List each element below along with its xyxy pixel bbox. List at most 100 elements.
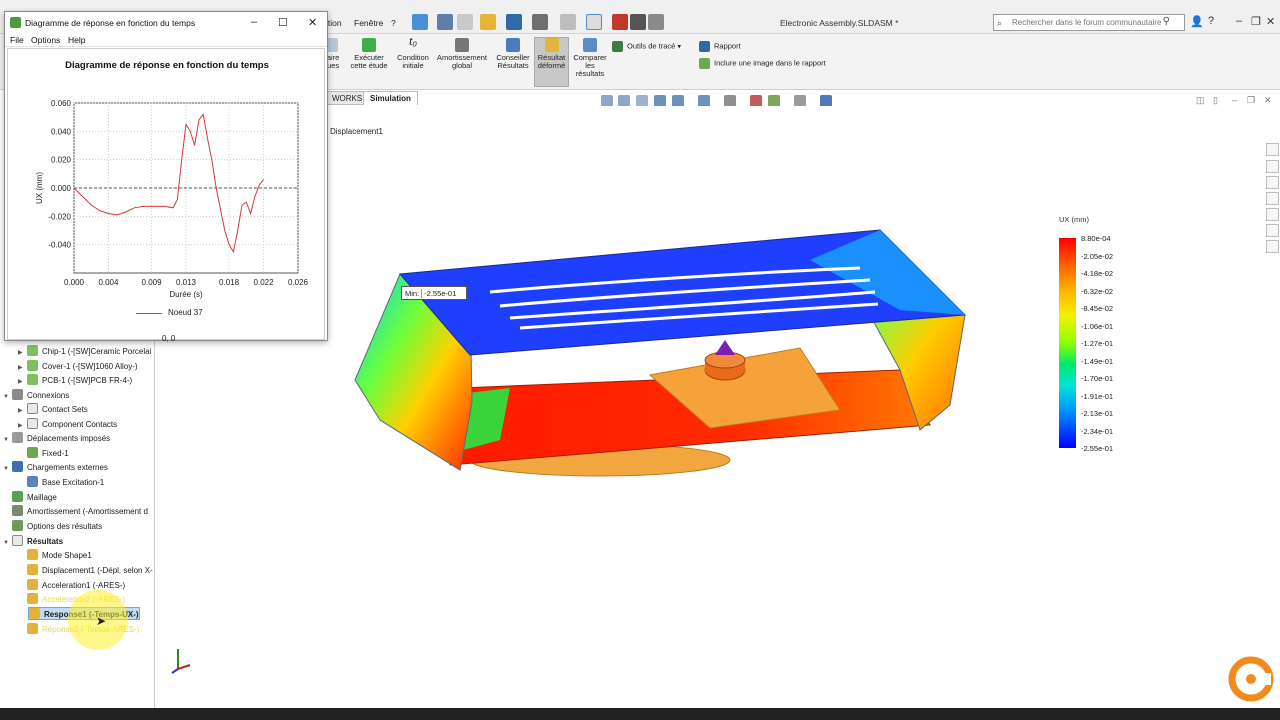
y-tick-label: 0.020 (51, 156, 72, 165)
deformed-result-button[interactable]: Résultat déformé (534, 37, 569, 87)
tree-item-cover[interactable]: ▶ Cover-1 (-[SW]1060 Alloy-) (18, 360, 138, 373)
tree-item-component-contacts[interactable]: ▶ Component Contacts (18, 418, 117, 431)
plot-tools-button[interactable]: Outils de tracé ▾ (612, 41, 681, 52)
tree-item-chip[interactable]: ▶ Chip-1 (-[SW]Ceramic Porcelai (18, 345, 151, 358)
expand-arrow-icon[interactable]: ▼ (3, 434, 12, 447)
tree-item-displacement1[interactable]: Displacement1 (-Dépl. selon X- (18, 564, 153, 577)
view-split-icon[interactable]: ▯ (1213, 95, 1218, 106)
new-document-icon[interactable] (457, 14, 473, 30)
compare-results-icon (583, 38, 597, 52)
initial-condition-button[interactable]: t₀ Condition initiale (394, 37, 432, 70)
report-button[interactable]: Rapport (699, 41, 741, 52)
search-icon[interactable]: ⚲ (1163, 16, 1170, 27)
run-study-button[interactable]: Exécuter cette étude (348, 38, 390, 70)
taskpane-appearances-icon[interactable] (1266, 208, 1279, 221)
coordinate-readout: 0, 0 (162, 334, 176, 343)
save-icon[interactable] (506, 14, 522, 30)
help-icon[interactable]: ? (1208, 15, 1214, 27)
search-scope-icon: ⌕ (997, 18, 1003, 28)
reference-triad (171, 649, 191, 674)
print-icon[interactable] (532, 14, 548, 30)
tree-item-result-options[interactable]: Options des résultats (3, 520, 102, 533)
include-image-button[interactable]: Inclure une image dans le rapport (699, 58, 826, 69)
dialog-close-icon[interactable]: ✕ (308, 16, 317, 29)
taskpane-resources-icon[interactable] (1266, 160, 1279, 173)
tree-item-results[interactable]: ▼ Résultats (3, 535, 63, 548)
tree-item-external-loads[interactable]: ▼ Chargements externes (3, 461, 108, 474)
taskpane-library-icon[interactable] (1266, 192, 1279, 205)
global-damping-button[interactable]: Amortissement global (436, 38, 488, 70)
legend-value-label: -2.34e-01 (1081, 426, 1114, 436)
tree-item-label: Displacement1 (-Dépl. selon X- (42, 566, 153, 575)
menu-edition[interactable]: ition (326, 18, 342, 28)
dialog-menu-file[interactable]: File (10, 35, 24, 45)
min-value-callout: Min: -2.55e-01 (401, 286, 467, 300)
document-title: Electronic Assembly.SLDASM * (780, 18, 899, 28)
tree-item-label: Amortissement (-Amortissement d (27, 507, 148, 516)
chart-area[interactable]: Diagramme de réponse en fonction du temp… (7, 48, 326, 343)
taskpane-properties-icon[interactable] (1266, 224, 1279, 237)
view-restore-icon[interactable]: ❐ (1247, 95, 1255, 106)
legend-value-label: -6.32e-02 (1081, 286, 1114, 296)
expand-arrow-icon[interactable]: ▶ (18, 347, 27, 360)
dialog-title-bar[interactable]: Diagramme de réponse en fonction du temp… (5, 12, 327, 34)
dialog-menu-help[interactable]: Help (68, 35, 85, 45)
tab-simulation[interactable]: Simulation (363, 91, 418, 105)
tree-item-contact-sets[interactable]: ▶ Contact Sets (18, 403, 88, 416)
view-close-icon[interactable]: ✕ (1264, 95, 1272, 106)
taskpane-forum-icon[interactable] (1266, 240, 1279, 253)
options-gear-icon[interactable] (648, 14, 664, 30)
expand-arrow-icon[interactable]: ▼ (3, 391, 12, 404)
search-box[interactable]: ⌕ ⚲ (993, 14, 1185, 31)
tree-item-mode-shape[interactable]: Mode Shape1 (18, 549, 92, 562)
select-arrow-icon[interactable] (586, 14, 602, 30)
taskpane-file-explorer-icon[interactable] (1266, 176, 1279, 189)
dialog-minimize-icon[interactable]: – (251, 16, 257, 28)
component-icon (27, 345, 38, 356)
view-minimize-icon[interactable]: – (1232, 95, 1237, 105)
view-tile-icon[interactable]: ◫ (1196, 95, 1205, 106)
menu-window[interactable]: Fenêtre (354, 18, 383, 28)
expand-arrow-icon[interactable]: ▼ (3, 537, 12, 550)
rebuild-icon[interactable] (612, 14, 628, 30)
legend-value-label: -2.55e-01 (1081, 444, 1114, 453)
menu-help[interactable]: ? (391, 18, 396, 28)
tree-item-fixtures[interactable]: ▼ Déplacements imposés (3, 432, 110, 445)
deformed-result-icon (544, 38, 559, 52)
dialog-title: Diagramme de réponse en fonction du temp… (25, 18, 196, 28)
response-chart[interactable]: 0.000 0.004 0.009 0.013 0.018 0.022 0.026 0.060… (8, 79, 326, 299)
results-advisor-button[interactable]: Conseiller Résultats (494, 38, 532, 70)
response-graph-dialog[interactable]: Diagramme de réponse en fonction du temp… (4, 11, 328, 343)
restore-icon[interactable]: ❐ (1251, 15, 1261, 28)
expand-arrow-icon[interactable]: ▶ (18, 376, 27, 389)
initial-condition-label: Condition initiale (397, 53, 429, 70)
tree-item-label: Mode Shape1 (42, 551, 92, 560)
legend-value-label: -8.45e-02 (1081, 304, 1114, 313)
expand-arrow-icon[interactable]: ▼ (3, 463, 12, 476)
plot-icon (27, 623, 38, 634)
minimize-icon[interactable]: – (1236, 15, 1242, 27)
tree-item-damping[interactable]: Amortissement (-Amortissement d (3, 505, 148, 518)
close-icon[interactable]: ✕ (1266, 15, 1275, 28)
dialog-menu-options[interactable]: Options (31, 35, 60, 45)
tree-item-base-excitation[interactable]: Base Excitation-1 (18, 476, 104, 489)
user-icon[interactable]: 👤 (1190, 15, 1204, 28)
tree-item-label: Résultats (27, 537, 64, 546)
tree-item-fixed-1[interactable]: Fixed-1 (18, 447, 69, 460)
tree-item-pcb[interactable]: ▶ PCB-1 (-[SW]PCB FR-4-) (18, 374, 132, 387)
taskpane-home-icon[interactable] (1266, 143, 1279, 156)
open-folder-icon[interactable] (480, 14, 496, 30)
expand-arrow-icon[interactable]: ▶ (18, 405, 27, 418)
tree-item-acceleration1[interactable]: Acceleration1 (-ARES-) (18, 579, 125, 592)
file-properties-icon[interactable] (630, 14, 646, 30)
deformed-result-label: Résultat déformé (537, 53, 566, 70)
undo-icon[interactable] (560, 14, 576, 30)
assembly-model[interactable] (340, 220, 980, 490)
tree-item-connections[interactable]: ▼ Connexions (3, 389, 69, 402)
compare-results-button[interactable]: Comparer les résultats (572, 38, 608, 78)
pin-icon[interactable] (412, 14, 428, 30)
dialog-maximize-icon[interactable]: ☐ (278, 16, 288, 29)
home-icon[interactable] (437, 14, 453, 30)
tree-item-mesh[interactable]: Maillage (3, 491, 57, 504)
search-input[interactable] (1012, 16, 1162, 29)
